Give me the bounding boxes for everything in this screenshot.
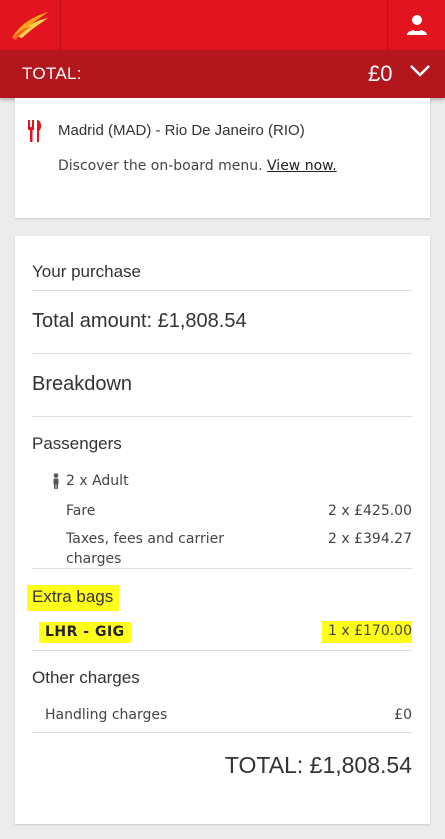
total-bar[interactable]: TOTAL: £0 [0, 50, 445, 98]
bag-value: 1 x £170.00 [322, 621, 412, 643]
other-charges-title: Other charges [32, 668, 140, 687]
total-bar-label: TOTAL: [22, 64, 82, 83]
extra-bags-title: Extra bags [27, 585, 120, 611]
fare-label: Fare [66, 503, 96, 519]
view-menu-link[interactable]: View now. [267, 158, 337, 174]
divider [32, 416, 412, 417]
taxes-label-line1: Taxes, fees and carrier [66, 531, 224, 547]
total-bar-value: £0 [368, 61, 393, 86]
breakdown-title: Breakdown [32, 373, 133, 395]
logo-cell[interactable] [0, 0, 61, 50]
taxes-value: 2 x £394.27 [328, 531, 412, 547]
divider [32, 290, 412, 291]
bag-route: LHR - GIG [39, 622, 131, 643]
chevron-down-icon[interactable] [409, 64, 431, 78]
app-header [0, 0, 445, 50]
onboard-menu-text: Discover the on-board menu. View now. [58, 158, 337, 174]
grand-total: TOTAL: £1,808.54 [224, 752, 412, 778]
fare-value: 2 x £425.00 [328, 503, 412, 519]
passengers-title: Passengers [32, 434, 122, 453]
handling-value: £0 [394, 707, 412, 723]
cutlery-icon [28, 120, 42, 142]
user-cell[interactable] [387, 0, 445, 50]
person-icon [53, 473, 59, 489]
flight-card: Madrid (MAD) - Rio De Janeiro (RIO) Disc… [15, 98, 430, 218]
onboard-menu-label: Discover the on-board menu. [58, 158, 263, 174]
divider [32, 568, 412, 569]
passenger-count: 2 x Adult [66, 473, 129, 489]
iberia-logo[interactable] [10, 10, 50, 40]
taxes-label-line2: charges [66, 551, 122, 567]
flight-route: Madrid (MAD) - Rio De Janeiro (RIO) [58, 122, 305, 139]
divider [32, 353, 412, 354]
user-icon[interactable] [406, 13, 428, 35]
purchase-card: Your purchase Total amount: £1,808.54 Br… [15, 236, 430, 824]
handling-label: Handling charges [45, 707, 168, 723]
divider [32, 650, 412, 651]
divider [32, 732, 412, 733]
purchase-title: Your purchase [32, 262, 142, 281]
total-amount: Total amount: £1,808.54 [32, 310, 247, 332]
